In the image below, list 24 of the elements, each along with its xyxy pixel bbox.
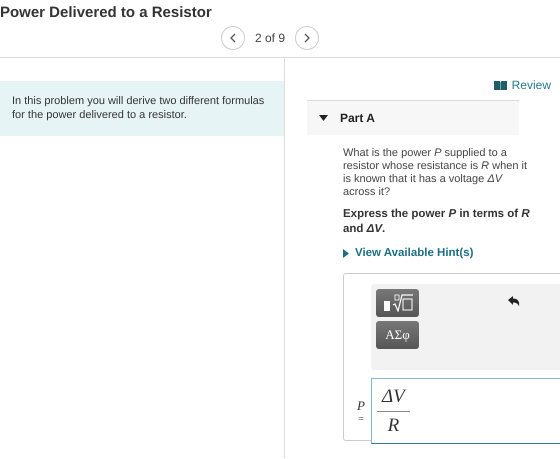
answer-variable: P	[357, 398, 365, 414]
radical-icon	[382, 294, 414, 312]
fraction-denominator: R	[388, 414, 400, 436]
chevron-right-icon	[304, 33, 310, 43]
undo-icon[interactable]	[508, 296, 520, 308]
review-link[interactable]: Review	[494, 75, 551, 95]
next-button[interactable]	[295, 26, 320, 50]
templates-button[interactable]	[376, 289, 419, 317]
answer-input[interactable]: ΔV R	[371, 378, 560, 444]
book-icon	[494, 80, 507, 90]
caret-down-icon[interactable]	[319, 115, 328, 121]
greek-symbols-button[interactable]: AΣφ	[376, 321, 419, 349]
intro-text: In this problem you will derive two different formulas for the power delivered to a resistor.	[0, 81, 284, 136]
part-title: Part A	[340, 111, 375, 125]
caret-right-icon[interactable]	[343, 248, 349, 258]
fraction-numerator: ΔV	[377, 386, 410, 412]
equals-sign: =	[358, 414, 364, 424]
chevron-left-icon	[230, 33, 236, 43]
part-header[interactable]: Part A	[307, 100, 519, 135]
hints-link[interactable]: View Available Hint(s)	[343, 247, 474, 259]
page-title: Power Delivered to a Resistor	[0, 3, 212, 21]
instruction-text: Express the power P in terms of R and ΔV.	[343, 207, 531, 237]
question-text: What is the power P supplied to a resistor whose resistance is R when it is known that it has a voltage ΔV across it?	[343, 147, 528, 199]
page-counter: 2 of 9	[254, 31, 286, 45]
